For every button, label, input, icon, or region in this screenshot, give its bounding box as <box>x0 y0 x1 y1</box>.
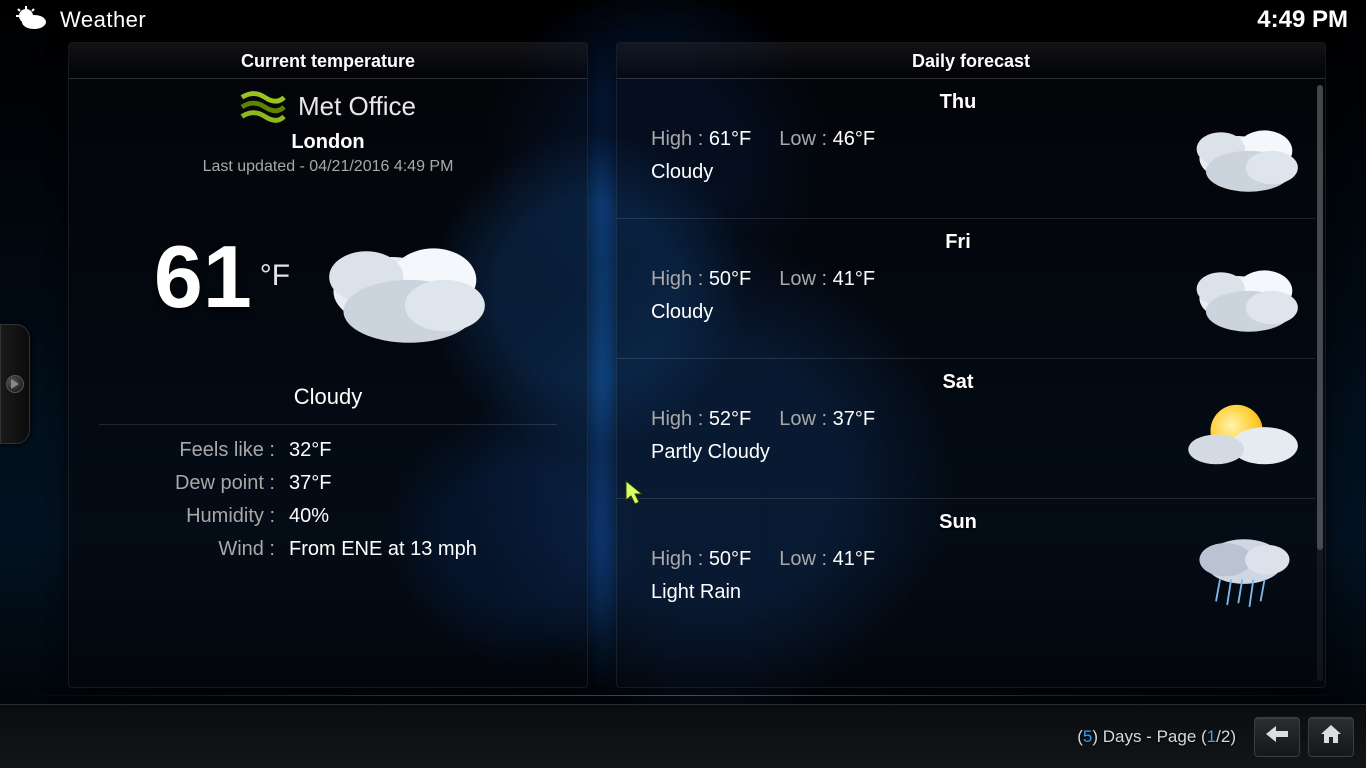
last-updated: Last updated - 04/21/2016 4:49 PM <box>69 158 587 176</box>
location: London <box>69 131 587 154</box>
current-condition: Cloudy <box>69 384 587 410</box>
home-button[interactable] <box>1308 717 1354 757</box>
provider-name: Met Office <box>298 91 416 122</box>
back-button[interactable] <box>1254 717 1300 757</box>
scrollbar[interactable] <box>1317 85 1323 681</box>
forecast-temps: High : 61°F Low : 46°F <box>651 128 1205 151</box>
low-value: 41°F <box>833 548 875 570</box>
forecast-item[interactable]: Sat High : 52°F Low : 37°F Partly Cloudy <box>617 359 1315 499</box>
feels-like-label: Feels like : <box>109 439 289 462</box>
high-value: 50°F <box>709 268 751 290</box>
forecast-day: Sat <box>681 371 1235 394</box>
high-value: 61°F <box>709 128 751 150</box>
low-label: Low : <box>779 128 832 150</box>
low-value: 46°F <box>833 128 875 150</box>
forecast-temps: High : 50°F Low : 41°F <box>651 548 1205 571</box>
forecast-day: Thu <box>681 91 1235 114</box>
current-temp-wrap: 61°F <box>154 226 282 328</box>
wind-value: From ENE at 13 mph <box>289 538 547 561</box>
forecast-panel-title: Daily forecast <box>617 43 1325 79</box>
forecast-temps: High : 50°F Low : 41°F <box>651 268 1205 291</box>
wind-label: Wind : <box>109 538 289 561</box>
home-icon <box>1319 723 1343 750</box>
forecast-temps: High : 52°F Low : 37°F <box>651 408 1205 431</box>
forecast-item[interactable]: Fri High : 50°F Low : 41°F Cloudy <box>617 219 1315 359</box>
current-reading: 61°F <box>69 202 587 352</box>
arrow-left-icon <box>1264 724 1290 749</box>
light-rain-icon <box>1179 514 1309 624</box>
current-panel-title: Current temperature <box>69 43 587 79</box>
forecast-condition: Cloudy <box>651 161 1205 184</box>
low-label: Low : <box>779 268 832 290</box>
high-label: High : <box>651 128 709 150</box>
forecast-condition: Cloudy <box>651 301 1205 324</box>
page-status: (5) Days - Page (1/2) <box>1077 727 1236 747</box>
current-temp: 61 <box>154 227 252 326</box>
forecast-item[interactable]: Thu High : 61°F Low : 46°F Cloudy <box>617 79 1315 219</box>
status-text: ) <box>1230 727 1236 746</box>
forecast-condition: Light Rain <box>651 581 1205 604</box>
humidity-label: Humidity : <box>109 505 289 528</box>
forecast-item[interactable]: Sun High : 50°F Low : 41°F Light Rain <box>617 499 1315 639</box>
expand-icon <box>6 375 24 393</box>
dew-point-value: 37°F <box>289 472 547 495</box>
status-page-current: 1 <box>1207 727 1216 746</box>
cloudy-icon <box>1179 234 1309 344</box>
forecast-list[interactable]: Thu High : 61°F Low : 46°F Cloudy Fri High : … <box>617 79 1315 687</box>
page-title: Weather <box>60 7 146 33</box>
low-value: 37°F <box>833 408 875 430</box>
feels-like-value: 32°F <box>289 439 547 462</box>
footer: (5) Days - Page (1/2) <box>0 704 1366 768</box>
status-days: 5 <box>1083 727 1092 746</box>
humidity-value: 40% <box>289 505 547 528</box>
temp-unit: °F <box>260 259 290 292</box>
met-office-icon <box>240 89 286 123</box>
dew-point-label: Dew point : <box>109 472 289 495</box>
forecast-panel: Daily forecast Thu High : 61°F Low : 46°F C… <box>616 42 1326 688</box>
stats-grid: Feels like : 32°F Dew point : 37°F Humid… <box>69 439 587 561</box>
footer-divider <box>0 695 1366 696</box>
divider <box>99 424 557 425</box>
low-label: Low : <box>779 548 832 570</box>
header-bar: Weather 4:49 PM <box>0 0 1366 40</box>
low-label: Low : <box>779 408 832 430</box>
high-value: 50°F <box>709 548 751 570</box>
status-page-total: 2 <box>1221 727 1230 746</box>
forecast-condition: Partly Cloudy <box>651 441 1205 464</box>
cloudy-icon <box>1179 94 1309 204</box>
content: Current temperature Met Office London La… <box>68 42 1326 688</box>
forecast-day: Sun <box>681 511 1235 534</box>
high-label: High : <box>651 268 709 290</box>
partly-cloudy-icon <box>1179 374 1309 484</box>
forecast-day: Fri <box>681 231 1235 254</box>
current-panel: Current temperature Met Office London La… <box>68 42 588 688</box>
scrollbar-thumb[interactable] <box>1317 85 1323 550</box>
high-label: High : <box>651 408 709 430</box>
status-text: ) Days - Page ( <box>1092 727 1206 746</box>
clock: 4:49 PM <box>1257 6 1348 34</box>
side-panel-handle[interactable] <box>0 324 30 444</box>
provider: Met Office <box>69 89 587 123</box>
low-value: 41°F <box>833 268 875 290</box>
current-condition-icon <box>302 202 502 352</box>
high-label: High : <box>651 548 709 570</box>
high-value: 52°F <box>709 408 751 430</box>
weather-icon <box>14 5 48 36</box>
